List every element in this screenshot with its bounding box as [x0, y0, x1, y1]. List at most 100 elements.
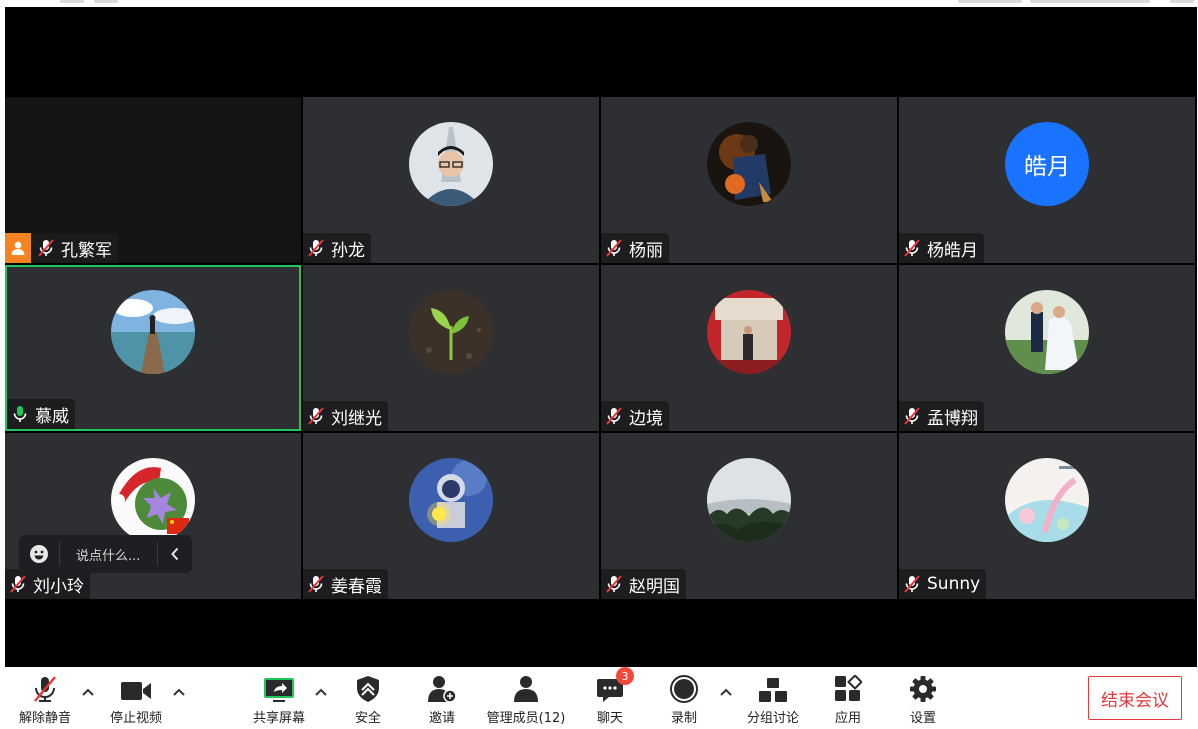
participant-tile[interactable]: Sunny: [899, 433, 1195, 599]
invite-button[interactable]: 邀请: [407, 673, 477, 726]
gallery-grid: 孔繁军 孙龙 杨丽 皓月 杨皓月 慕威 刘继光 边境 孟博翔 刘小玲 姜春霞 赵…: [5, 97, 1197, 600]
participant-name: 杨皓月: [927, 240, 978, 261]
participants-button[interactable]: 管理成员(12): [476, 673, 576, 726]
top-tab[interactable]: [1170, 0, 1194, 3]
avatar: [707, 122, 791, 206]
toolbar-label: 停止视频: [109, 711, 162, 726]
share-screen-button[interactable]: 共享屏幕: [244, 673, 314, 726]
name-bar: 杨丽: [601, 233, 669, 263]
participant-name: 孙龙: [331, 240, 365, 261]
stop-video-button[interactable]: 停止视频: [101, 673, 171, 726]
mic-muted-icon: [307, 406, 325, 426]
participant-tile[interactable]: 孔繁军: [5, 97, 301, 263]
participant-name: 杨丽: [629, 240, 663, 261]
chat-unread-badge: 3: [616, 667, 634, 685]
participant-tile[interactable]: 刘继光: [303, 265, 599, 431]
chevron-up-icon[interactable]: [313, 685, 329, 701]
participant-name: 孟博翔: [927, 408, 978, 429]
chevron-up-icon[interactable]: [171, 685, 187, 701]
top-tab[interactable]: [958, 0, 1022, 3]
avatar: [409, 122, 493, 206]
name-bar: 刘继光: [303, 401, 388, 431]
name-bar: Sunny: [899, 569, 987, 599]
participant-tile[interactable]: 边境: [601, 265, 897, 431]
mic-muted-icon: [605, 406, 623, 426]
mic-muted-icon: [605, 238, 623, 258]
name-bar: 孙龙: [303, 233, 371, 263]
toolbar-label: 安全: [354, 711, 381, 726]
avatar: [409, 458, 493, 542]
toolbar-label: 设置: [909, 711, 936, 726]
unmute-button[interactable]: 解除静音: [10, 673, 80, 726]
chevron-left-icon[interactable]: [157, 542, 192, 566]
participant-tile[interactable]: 赵明国: [601, 433, 897, 599]
chat-bubble-icon: 3: [596, 667, 634, 703]
chat-popup[interactable]: 说点什么...: [19, 535, 192, 573]
share-screen-icon: [263, 673, 295, 703]
participant-name: 姜春霞: [331, 576, 382, 597]
name-bar: 赵明国: [601, 569, 686, 599]
name-bar: 杨皓月: [899, 233, 984, 263]
mic-muted-icon: [903, 406, 921, 426]
top-strip: [0, 0, 1198, 7]
avatar: [111, 290, 195, 374]
participant-name: Sunny: [927, 574, 981, 594]
mic-active-icon: [11, 404, 29, 424]
participant-tile-active-speaker[interactable]: 慕威: [5, 265, 301, 431]
mic-muted-icon: [31, 673, 59, 703]
top-tab[interactable]: [60, 0, 84, 3]
participant-tile[interactable]: 皓月 杨皓月: [899, 97, 1195, 263]
chat-input[interactable]: 说点什么...: [60, 545, 157, 564]
participant-tile[interactable]: 孙龙: [303, 97, 599, 263]
avatar: [409, 290, 493, 374]
participant-tile[interactable]: 杨丽: [601, 97, 897, 263]
video-camera-icon: [120, 673, 152, 703]
participants-icon: [512, 673, 540, 703]
name-bar: 孔繁军: [5, 233, 118, 263]
name-bar: 刘小玲: [5, 569, 90, 599]
shield-icon: [356, 673, 380, 703]
mic-muted-icon: [37, 238, 55, 258]
chevron-up-icon[interactable]: [80, 685, 96, 701]
top-tab[interactable]: [94, 0, 118, 3]
participant-tile[interactable]: 孟博翔: [899, 265, 1195, 431]
security-button[interactable]: 安全: [333, 673, 403, 726]
toolbar-label: 聊天: [596, 711, 623, 726]
participant-name: 孔繁军: [61, 240, 112, 261]
avatar: [111, 458, 195, 542]
record-icon: [670, 673, 698, 703]
mic-muted-icon: [9, 574, 27, 594]
breakout-rooms-button[interactable]: 分组讨论: [738, 673, 808, 726]
participant-name: 赵明国: [629, 576, 680, 597]
avatar: [1005, 458, 1089, 542]
participant-tile[interactable]: 刘小玲: [5, 433, 301, 599]
mic-muted-icon: [903, 238, 921, 258]
apps-icon: [834, 673, 862, 703]
toolbar-label: 分组讨论: [746, 711, 799, 726]
participant-name: 慕威: [35, 406, 69, 427]
mic-muted-icon: [307, 238, 325, 258]
name-bar: 边境: [601, 401, 669, 431]
top-tab[interactable]: [1030, 0, 1150, 3]
add-user-icon: [427, 673, 457, 703]
mic-muted-icon: [605, 574, 623, 594]
participant-name: 边境: [629, 408, 663, 429]
end-meeting-button[interactable]: 结束会议: [1088, 676, 1182, 720]
avatar-initials: 皓月: [1005, 122, 1089, 206]
toolbar-label: 共享屏幕: [252, 711, 305, 726]
settings-button[interactable]: 设置: [888, 673, 958, 726]
name-bar: 姜春霞: [303, 569, 388, 599]
participant-tile[interactable]: 姜春霞: [303, 433, 599, 599]
emoji-icon[interactable]: [19, 542, 60, 566]
chat-button[interactable]: 3 聊天: [575, 667, 645, 726]
toolbar-label: 管理成员(12): [486, 711, 566, 726]
name-bar: 慕威: [7, 399, 75, 429]
toolbar-label: 解除静音: [18, 711, 71, 726]
gear-icon: [909, 673, 937, 703]
avatar: [707, 290, 791, 374]
record-button[interactable]: 录制: [649, 673, 719, 726]
apps-button[interactable]: 应用: [813, 673, 883, 726]
meeting-toolbar: 解除静音 停止视频 共享屏幕 安全 邀请 管理成员(12) 3 聊天 录制 分组…: [0, 667, 1198, 729]
chevron-up-icon[interactable]: [718, 685, 734, 701]
mic-muted-icon: [903, 574, 921, 594]
